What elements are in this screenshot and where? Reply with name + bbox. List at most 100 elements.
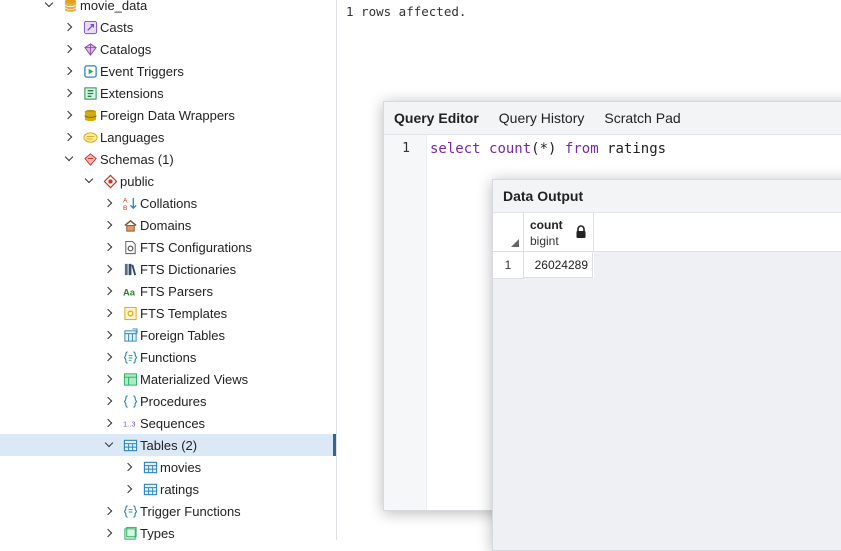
tree-item-fts-dictionaries[interactable]: FTS Dictionaries [0,258,336,280]
trigger-function-icon [122,503,138,519]
chevron-right-icon[interactable] [64,66,74,76]
public-schema-icon [102,173,118,189]
chevron-right-icon[interactable] [104,198,114,208]
type-icon [122,525,138,540]
tree-item-public[interactable]: public [0,170,336,192]
tab-query-history[interactable]: Query History [489,110,595,126]
tree-item-label: FTS Templates [140,305,228,321]
chevron-right-icon[interactable] [64,110,74,120]
chevron-down-icon[interactable] [44,0,54,10]
chevron-right-icon[interactable] [104,308,114,318]
chevron-right-icon[interactable] [64,88,74,98]
tree-item-materialized-views[interactable]: Materialized Views [0,368,336,390]
chevron-right-icon[interactable] [124,484,134,494]
column-type: bigint [530,234,559,248]
chevron-right-icon[interactable] [64,22,74,32]
function-icon [122,349,138,365]
tree-item-foreign-tables[interactable]: Foreign Tables [0,324,336,346]
event-trigger-icon [82,63,98,79]
tree-item-casts[interactable]: Casts [0,16,336,38]
tree-item-languages[interactable]: Languages [0,126,336,148]
tree-item-label: Languages [100,129,165,145]
sql-code-line[interactable]: select count(*) from ratings [430,141,666,157]
query-tool-tabs: Query Editor Query History Scratch Pad [384,102,841,135]
column-header-count[interactable]: count bigint [523,213,594,251]
tree-item-label: Functions [140,349,197,365]
chevron-right-icon[interactable] [104,330,114,340]
tree-item-domains[interactable]: Domains [0,214,336,236]
function-count: count [489,141,532,157]
tree-item-fts-parsers[interactable]: Aa FTS Parsers [0,280,336,302]
tab-query-editor[interactable]: Query Editor [384,110,489,126]
row-number[interactable]: 1 [493,252,524,279]
tree-item-event-triggers[interactable]: Event Triggers [0,60,336,82]
line-number: 1 [402,141,410,156]
chevron-right-icon[interactable] [64,44,74,54]
chevron-right-icon[interactable] [64,132,74,142]
tree-item-label: FTS Configurations [140,239,252,255]
tree-item-tables[interactable]: Tables (2) [0,434,336,456]
tree-item-types[interactable]: Types [0,522,336,540]
tree-item-sequences[interactable]: 1..3 Sequences [0,412,336,434]
chevron-down-icon[interactable] [84,176,94,186]
tree-item-collations[interactable]: A B Collations [0,192,336,214]
svg-text:1..3: 1..3 [123,419,136,428]
chevron-right-icon[interactable] [124,462,134,472]
tree-item-label: Collations [140,195,198,211]
tree-item-catalogs[interactable]: Catalogs [0,38,336,60]
tree-item-label: Sequences [140,415,206,431]
chevron-right-icon[interactable] [104,396,114,406]
tree-item-functions[interactable]: Functions [0,346,336,368]
tree-item-label: FTS Dictionaries [140,261,237,277]
chevron-right-icon[interactable] [104,506,114,516]
domain-icon [122,217,138,233]
foreign-data-wrapper-icon [82,107,98,123]
tree-item-extensions[interactable]: Extensions [0,82,336,104]
keyword-select: select [430,141,481,157]
tree-item-trigger-functions[interactable]: Trigger Functions [0,500,336,522]
chevron-right-icon[interactable] [104,374,114,384]
tree-item-fts-templates[interactable]: FTS Templates [0,302,336,324]
table-row[interactable]: 1 26024289 [493,252,594,279]
tree-item-label: Materialized Views [140,371,249,387]
data-output-title[interactable]: Data Output [493,180,841,213]
select-all-corner[interactable] [493,213,524,251]
chevron-right-icon[interactable] [104,220,114,230]
tree-item-label: Tables (2) [140,437,198,453]
rows-affected-text: 1 rows affected. [346,4,467,19]
chevron-right-icon[interactable] [104,242,114,252]
language-icon [82,129,98,145]
tree-item-procedures[interactable]: Procedures [0,390,336,412]
table-icon [122,437,138,453]
tree-item-fdw[interactable]: Foreign Data Wrappers [0,104,336,126]
tree-item-label: Catalogs [100,41,152,57]
tree-item-fts-configurations[interactable]: FTS Configurations [0,236,336,258]
chevron-right-icon[interactable] [104,418,114,428]
table-icon [142,481,158,497]
tree-item-schemas[interactable]: Schemas (1) [0,148,336,170]
tree-item-label: Casts [100,19,134,35]
tab-scratch-pad[interactable]: Scratch Pad [594,110,690,126]
extension-icon [82,85,98,101]
svg-text:A: A [123,197,128,204]
tree-item-movie-data[interactable]: movie_data [0,0,336,16]
tree-item-label: Domains [140,217,192,233]
chevron-down-icon[interactable] [104,440,114,450]
messages-output: 1 rows affected. [346,4,466,19]
fts-configuration-icon [122,239,138,255]
table-icon [142,459,158,475]
chevron-right-icon[interactable] [104,352,114,362]
chevron-down-icon[interactable] [64,154,74,164]
collation-icon: AB [122,195,138,211]
chevron-right-icon[interactable] [104,286,114,296]
tree-item-movies[interactable]: movies [0,456,336,478]
table-cell-count[interactable]: 26024289 [524,252,593,278]
tree-item-label: Foreign Data Wrappers [100,107,235,123]
data-output-panel: Data Output count bigint 1 26024289 [492,179,841,551]
chevron-right-icon[interactable] [104,528,114,538]
tree-item-ratings[interactable]: ratings [0,478,336,500]
chevron-right-icon[interactable] [104,264,114,274]
result-grid: count bigint 1 26024289 [493,213,841,550]
catalog-icon [82,41,98,57]
foreign-table-icon [122,327,138,343]
